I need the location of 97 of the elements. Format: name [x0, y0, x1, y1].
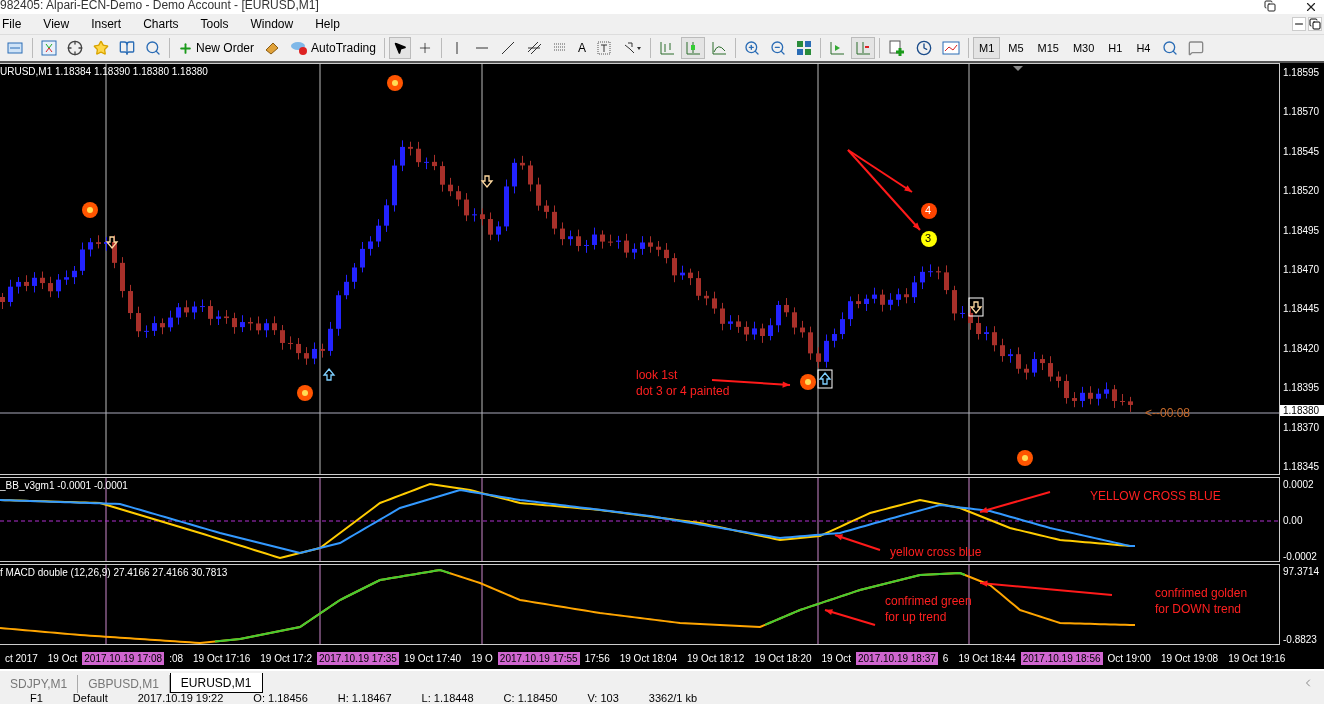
price-label: 1.18570 [1283, 106, 1320, 118]
up-arrow-icon [322, 368, 336, 381]
status-text: H: 1.18467 [337, 693, 392, 704]
time-label: 19 O [470, 652, 494, 664]
time-label: Oct 19:00 [1106, 652, 1152, 664]
time-label: 19 Oct 17:40 [402, 652, 463, 664]
annotation-text: yellow cross blue [890, 544, 982, 561]
countdown-text: <--00:08 [1145, 405, 1191, 422]
price-label: 1.18370 [1283, 421, 1320, 433]
time-marker-label: 2017.10.19 17:08 [82, 651, 165, 665]
time-marker-label: 2017.10.19 18:37 [856, 651, 938, 665]
plus-icon [178, 40, 193, 56]
dot-icon [800, 374, 816, 390]
status-text: Default [72, 693, 108, 704]
marker-label: 3 [925, 231, 932, 246]
price-label: 1.18420 [1283, 342, 1320, 354]
annotation-text: YELLOW CROSS BLUE [1090, 488, 1221, 505]
candlestick-icon[interactable] [680, 37, 705, 59]
status-text: 3362/1 kb [648, 693, 698, 704]
price-label: 1.18520 [1283, 185, 1320, 197]
menu-item[interactable]: Charts [141, 17, 187, 31]
price-label: 1.18345 [1283, 461, 1320, 472]
chart-shift-icon[interactable] [850, 37, 875, 59]
dot-icon [297, 385, 313, 401]
price-label: 1.18595 [1283, 67, 1320, 78]
annotation-text: confrimed green for up trend [885, 593, 972, 626]
price-label: 1.18395 [1283, 382, 1320, 394]
time-marker-label: 2017.10.19 17:35 [317, 651, 399, 665]
time-label: 17:56 [583, 652, 611, 664]
status-text: C: 1.18450 [503, 693, 558, 704]
annotation-text: confrimed golden for DOWN trend [1155, 585, 1248, 618]
close-icon[interactable] [1304, 0, 1318, 14]
menu-item[interactable]: File [0, 17, 30, 31]
dot-icon [387, 75, 403, 91]
time-label: 19 Oct [46, 652, 79, 664]
current-price-label: 1.18380 [1280, 405, 1324, 416]
macd-header: f MACD double (12,26,9) 27.4166 27.4166 30.7813 [0, 567, 228, 578]
time-label: 6 [941, 652, 950, 664]
time-marker-label: 2017.10.19 17:55 [497, 651, 580, 665]
dot-icon [1017, 450, 1033, 466]
menu-item[interactable]: Window [248, 17, 302, 31]
time-label: 19 Oct 18:12 [686, 652, 746, 664]
restore-icon[interactable] [1308, 17, 1322, 31]
status-text: F1 [30, 693, 43, 704]
timeframe-button[interactable]: M30 [1066, 37, 1101, 59]
status-text: O: 1.18456 [253, 693, 308, 704]
annotation-arrow [824, 609, 876, 626]
indicator-header: _BB_v3gm1 -0.0001 -0.0001 [0, 480, 128, 491]
chart-tab[interactable]: EURUSD,M1 [169, 673, 263, 693]
menu-item[interactable]: Help [313, 17, 348, 31]
time-label: 19 Oct 17:2 [259, 652, 313, 664]
minimize-icon[interactable] [1292, 17, 1306, 31]
scale-label: 0.0002 [1283, 479, 1315, 490]
annotation-arrow [979, 491, 1051, 513]
price-label: 1.18445 [1283, 303, 1320, 315]
new-order-button[interactable]: New Order [174, 37, 258, 59]
menu-item[interactable]: View [41, 17, 78, 31]
price-label: 1.18470 [1283, 264, 1320, 275]
scale-label: 0.00 [1283, 515, 1304, 526]
dot-icon [82, 202, 98, 218]
status-text: V: 103 [587, 693, 619, 704]
time-label: 19 Oct 19:16 [1227, 652, 1287, 664]
down-arrow-icon [105, 236, 119, 249]
time-label: :08 [168, 652, 185, 664]
time-label: 19 Oct 18:44 [957, 652, 1017, 664]
time-label: 19 Oct 19:08 [1159, 652, 1220, 664]
time-label: 19 Oct [820, 652, 852, 664]
annotation-arrow [834, 534, 881, 551]
window-title: 982405: Alpari-ECN-Demo - Demo Account - [EURUSD,M1] [0, 0, 319, 11]
menu-item[interactable]: Tools [198, 17, 237, 31]
price-label: 1.18545 [1283, 145, 1320, 157]
time-label: ct 2017 [4, 652, 39, 664]
marker-label: 4 [925, 203, 932, 218]
timeframe-button[interactable]: H4 [1130, 37, 1157, 59]
status-text: 2017.10.19 19:22 [137, 693, 224, 704]
window-icon [6, 40, 24, 56]
time-label: 19 Oct 18:20 [753, 652, 813, 664]
time-marker-label: 2017.10.19 18:56 [1020, 651, 1103, 665]
timeframe-button[interactable]: M5 [1002, 37, 1030, 59]
time-label: 19 Oct 18:04 [618, 652, 678, 664]
status-text: L: 1.18448 [421, 693, 474, 704]
down-arrow-icon [480, 175, 494, 188]
time-label: 19 Oct 17:16 [192, 652, 252, 664]
menu-item[interactable]: Insert [89, 17, 130, 31]
scale-label: 97.3714 [1283, 566, 1321, 577]
timeframe-button[interactable]: M1 [972, 37, 1001, 59]
cursor-icon[interactable] [388, 37, 411, 59]
restore-icon[interactable] [1264, 0, 1276, 12]
timeframe-button[interactable]: H1 [1102, 37, 1129, 59]
price-label: 1.18495 [1283, 224, 1320, 236]
chart-header: URUSD,M1 1.18384 1.18390 1.18380 1.18380 [0, 66, 208, 77]
timeframe-button[interactable]: M15 [1031, 37, 1065, 59]
auto-trading-button[interactable]: AutoTrading [286, 37, 380, 59]
scale-label: -0.0002 [1283, 551, 1318, 562]
text-tool-button[interactable]: A [573, 37, 590, 59]
scale-label: -0.8823 [1283, 634, 1318, 645]
annotation-text: look 1st dot 3 or 4 painted [636, 367, 730, 400]
